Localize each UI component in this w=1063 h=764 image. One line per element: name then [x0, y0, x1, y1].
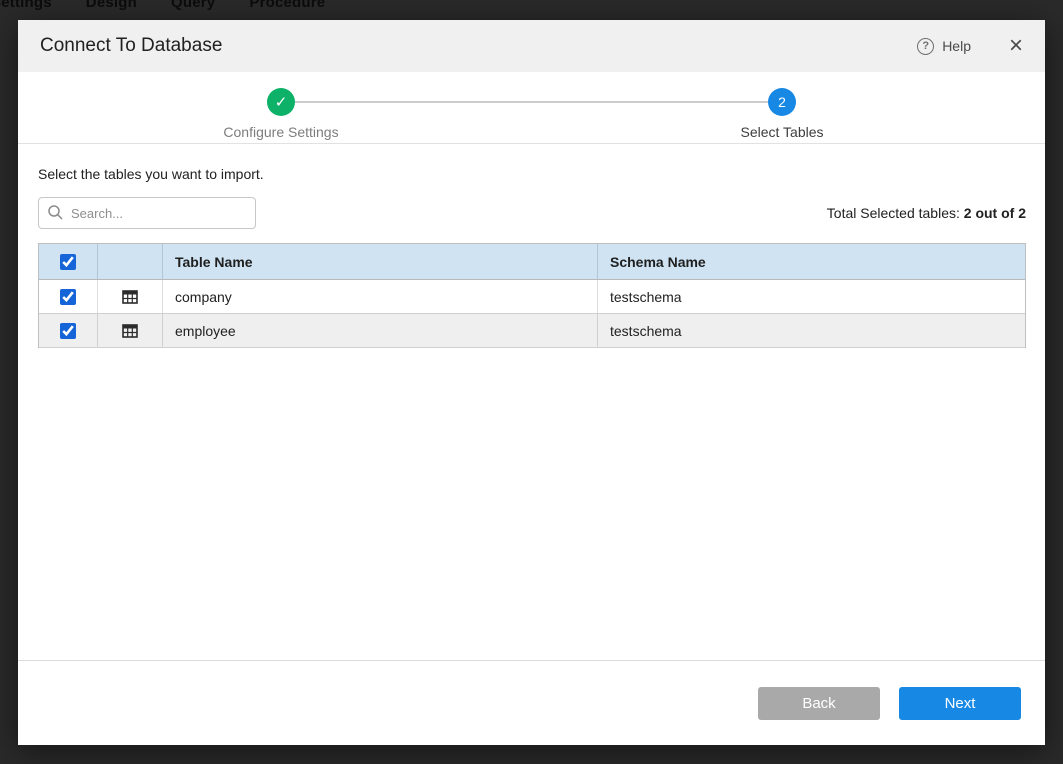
table-name-cell: employee: [163, 314, 598, 347]
table-header-row: Table Name Schema Name: [39, 244, 1025, 280]
selected-tables-summary: Total Selected tables: 2 out of 2: [827, 205, 1026, 221]
backdrop-menu-settings: Settings: [0, 0, 52, 11]
step-configure-settings[interactable]: ✓ Configure Settings: [181, 88, 381, 140]
table-grid-icon: [121, 322, 139, 340]
instruction-text: Select the tables you want to import.: [38, 166, 1026, 182]
table-row[interactable]: employee testschema: [39, 314, 1025, 348]
table-name-header: Table Name: [163, 244, 598, 279]
backdrop-menu-query: Query: [171, 0, 215, 11]
step-select-tables[interactable]: 2 Select Tables: [682, 88, 882, 140]
next-button[interactable]: Next: [899, 687, 1021, 720]
schema-name-cell: testschema: [598, 280, 1025, 313]
row-checkbox[interactable]: [60, 323, 76, 339]
table-grid-icon: [121, 288, 139, 306]
schema-name-cell: testschema: [598, 314, 1025, 347]
step-label: Select Tables: [682, 124, 882, 140]
row-checkbox[interactable]: [60, 289, 76, 305]
dialog-footer: Back Next: [18, 660, 1045, 745]
summary-prefix: Total Selected tables:: [827, 205, 964, 221]
step-number-badge: 2: [768, 88, 796, 116]
backdrop-app-menu: Settings Design Query Procedure: [0, 0, 325, 11]
step-label: Configure Settings: [181, 124, 381, 140]
wizard-stepper: ✓ Configure Settings 2 Select Tables: [18, 72, 1045, 144]
search-input[interactable]: [38, 197, 256, 229]
tables-list: Table Name Schema Name company: [38, 243, 1026, 348]
backdrop-menu-design: Design: [86, 0, 137, 11]
step-complete-icon: ✓: [267, 88, 295, 116]
help-button[interactable]: ? Help: [917, 38, 971, 55]
schema-name-header: Schema Name: [598, 244, 1025, 279]
search-icon: [47, 204, 64, 221]
table-row[interactable]: company testschema: [39, 280, 1025, 314]
select-all-checkbox[interactable]: [60, 254, 76, 270]
table-name-cell: company: [163, 280, 598, 313]
icon-column-header: [98, 244, 163, 279]
dialog-body: Select the tables you want to import. To…: [18, 144, 1045, 660]
dialog-header: Connect To Database ? Help ×: [18, 20, 1045, 72]
dialog-title: Connect To Database: [40, 35, 222, 57]
checkmark-icon: ✓: [275, 93, 288, 111]
summary-count: 2 out of 2: [964, 205, 1026, 221]
backdrop-menu-procedure: Procedure: [249, 0, 325, 11]
search-box: [38, 197, 256, 229]
back-button[interactable]: Back: [758, 687, 880, 720]
close-icon[interactable]: ×: [1009, 34, 1023, 58]
help-icon: ?: [917, 38, 934, 55]
connect-to-database-dialog: Connect To Database ? Help × ✓ Configure…: [18, 20, 1045, 745]
help-label: Help: [942, 38, 971, 54]
